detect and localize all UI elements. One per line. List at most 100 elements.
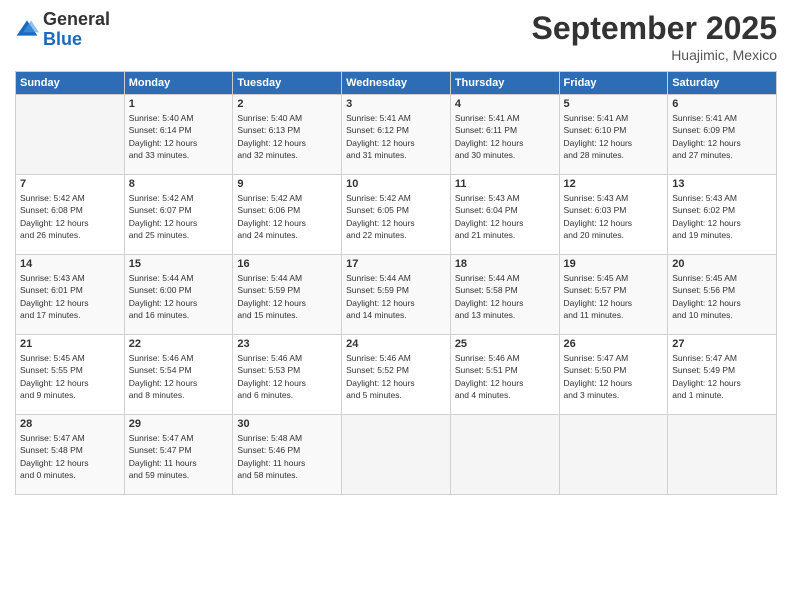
day-number: 7 [20,178,120,190]
logo-icon [15,18,39,42]
day-number: 29 [129,418,229,430]
page: General Blue September 2025 Huajimic, Me… [0,0,792,612]
day-cell: 9 Sunrise: 5:42 AMSunset: 6:06 PMDaylight… [233,175,342,255]
day-info: Sunrise: 5:41 AMSunset: 6:09 PMDaylight:… [672,112,772,161]
day-cell: 15 Sunrise: 5:44 AMSunset: 6:00 PMDayligh… [124,255,233,335]
header-row: Sunday Monday Tuesday Wednesday Thursday… [16,72,777,95]
day-cell: 3 Sunrise: 5:41 AMSunset: 6:12 PMDaylight… [342,95,451,175]
day-number: 20 [672,258,772,270]
day-info: Sunrise: 5:40 AMSunset: 6:13 PMDaylight:… [237,112,337,161]
day-cell: 16 Sunrise: 5:44 AMSunset: 5:59 PMDayligh… [233,255,342,335]
week-row-4: 21Sunrise: 5:45 AMSunset: 5:55 PMDayligh… [16,335,777,415]
day-number: 18 [455,258,555,270]
logo-blue-text: Blue [43,29,82,49]
day-cell: 18 Sunrise: 5:44 AMSunset: 5:58 PMDayligh… [450,255,559,335]
day-info: Sunrise: 5:44 AMSunset: 6:00 PMDaylight:… [129,272,229,321]
day-cell: 11 Sunrise: 5:43 AMSunset: 6:04 PMDayligh… [450,175,559,255]
day-info: Sunrise: 5:42 AMSunset: 6:06 PMDaylight:… [237,192,337,241]
day-cell [16,95,125,175]
day-cell: 1Sunrise: 5:40 AMSunset: 6:14 PMDaylight… [124,95,233,175]
day-number: 8 [129,178,229,190]
header: General Blue September 2025 Huajimic, Me… [15,10,777,63]
day-info: Sunrise: 5:43 AMSunset: 6:04 PMDaylight:… [455,192,555,241]
day-info: Sunrise: 5:47 AMSunset: 5:47 PMDaylight:… [129,432,229,481]
day-number: 21 [20,338,120,350]
day-number: 19 [564,258,664,270]
day-number: 30 [237,418,337,430]
location-subtitle: Huajimic, Mexico [532,47,777,63]
col-tuesday: Tuesday [233,72,342,95]
day-info: Sunrise: 5:42 AMSunset: 6:07 PMDaylight:… [129,192,229,241]
day-number: 5 [564,98,664,110]
logo-general-text: General [43,9,110,29]
day-cell: 7 Sunrise: 5:42 AMSunset: 6:08 PMDaylight… [16,175,125,255]
day-cell: 14Sunrise: 5:43 AMSunset: 6:01 PMDayligh… [16,255,125,335]
day-info: Sunrise: 5:47 AMSunset: 5:49 PMDaylight:… [672,352,772,401]
day-info: Sunrise: 5:42 AMSunset: 6:08 PMDaylight:… [20,192,120,241]
day-number: 10 [346,178,446,190]
day-number: 6 [672,98,772,110]
day-cell: 12 Sunrise: 5:43 AMSunset: 6:03 PMDayligh… [559,175,668,255]
day-cell: 23Sunrise: 5:46 AMSunset: 5:53 PMDayligh… [233,335,342,415]
day-info: Sunrise: 5:44 AMSunset: 5:58 PMDaylight:… [455,272,555,321]
day-number: 16 [237,258,337,270]
day-cell: 19 Sunrise: 5:45 AMSunset: 5:57 PMDayligh… [559,255,668,335]
day-number: 9 [237,178,337,190]
day-cell: 13Sunrise: 5:43 AMSunset: 6:02 PMDayligh… [668,175,777,255]
day-info: Sunrise: 5:43 AMSunset: 6:03 PMDaylight:… [564,192,664,241]
day-info: Sunrise: 5:42 AMSunset: 6:05 PMDaylight:… [346,192,446,241]
day-cell [559,415,668,495]
week-row-2: 7 Sunrise: 5:42 AMSunset: 6:08 PMDaylight… [16,175,777,255]
day-cell: 25 Sunrise: 5:46 AMSunset: 5:51 PMDayligh… [450,335,559,415]
day-cell: 26Sunrise: 5:47 AMSunset: 5:50 PMDayligh… [559,335,668,415]
day-info: Sunrise: 5:41 AMSunset: 6:11 PMDaylight:… [455,112,555,161]
day-info: Sunrise: 5:40 AMSunset: 6:14 PMDaylight:… [129,112,229,161]
day-cell [668,415,777,495]
week-row-1: 1Sunrise: 5:40 AMSunset: 6:14 PMDaylight… [16,95,777,175]
day-number: 23 [237,338,337,350]
week-row-3: 14Sunrise: 5:43 AMSunset: 6:01 PMDayligh… [16,255,777,335]
day-cell: 10 Sunrise: 5:42 AMSunset: 6:05 PMDayligh… [342,175,451,255]
day-info: Sunrise: 5:41 AMSunset: 6:12 PMDaylight:… [346,112,446,161]
day-info: Sunrise: 5:45 AMSunset: 5:57 PMDaylight:… [564,272,664,321]
day-number: 12 [564,178,664,190]
day-info: Sunrise: 5:46 AMSunset: 5:51 PMDaylight:… [455,352,555,401]
month-title: September 2025 [532,10,777,47]
day-number: 25 [455,338,555,350]
day-cell: 24Sunrise: 5:46 AMSunset: 5:52 PMDayligh… [342,335,451,415]
day-info: Sunrise: 5:45 AMSunset: 5:56 PMDaylight:… [672,272,772,321]
title-block: September 2025 Huajimic, Mexico [532,10,777,63]
day-cell: 22Sunrise: 5:46 AMSunset: 5:54 PMDayligh… [124,335,233,415]
day-number: 2 [237,98,337,110]
day-number: 15 [129,258,229,270]
day-cell: 20 Sunrise: 5:45 AMSunset: 5:56 PMDayligh… [668,255,777,335]
day-info: Sunrise: 5:41 AMSunset: 6:10 PMDaylight:… [564,112,664,161]
day-info: Sunrise: 5:48 AMSunset: 5:46 PMDaylight:… [237,432,337,481]
day-cell: 6 Sunrise: 5:41 AMSunset: 6:09 PMDaylight… [668,95,777,175]
col-monday: Monday [124,72,233,95]
day-info: Sunrise: 5:43 AMSunset: 6:01 PMDaylight:… [20,272,120,321]
day-cell: 27 Sunrise: 5:47 AMSunset: 5:49 PMDayligh… [668,335,777,415]
day-number: 4 [455,98,555,110]
day-info: Sunrise: 5:47 AMSunset: 5:48 PMDaylight:… [20,432,120,481]
day-number: 27 [672,338,772,350]
week-row-5: 28Sunrise: 5:47 AMSunset: 5:48 PMDayligh… [16,415,777,495]
day-info: Sunrise: 5:47 AMSunset: 5:50 PMDaylight:… [564,352,664,401]
day-cell: 8 Sunrise: 5:42 AMSunset: 6:07 PMDaylight… [124,175,233,255]
logo: General Blue [15,10,110,50]
day-number: 11 [455,178,555,190]
day-number: 22 [129,338,229,350]
day-number: 13 [672,178,772,190]
day-cell: 30 Sunrise: 5:48 AMSunset: 5:46 PMDayligh… [233,415,342,495]
day-number: 3 [346,98,446,110]
day-cell: 21Sunrise: 5:45 AMSunset: 5:55 PMDayligh… [16,335,125,415]
day-cell: 2 Sunrise: 5:40 AMSunset: 6:13 PMDaylight… [233,95,342,175]
day-info: Sunrise: 5:44 AMSunset: 5:59 PMDaylight:… [237,272,337,321]
day-cell: 28Sunrise: 5:47 AMSunset: 5:48 PMDayligh… [16,415,125,495]
day-info: Sunrise: 5:44 AMSunset: 5:59 PMDaylight:… [346,272,446,321]
day-cell: 4 Sunrise: 5:41 AMSunset: 6:11 PMDaylight… [450,95,559,175]
day-cell [342,415,451,495]
col-thursday: Thursday [450,72,559,95]
col-friday: Friday [559,72,668,95]
col-wednesday: Wednesday [342,72,451,95]
